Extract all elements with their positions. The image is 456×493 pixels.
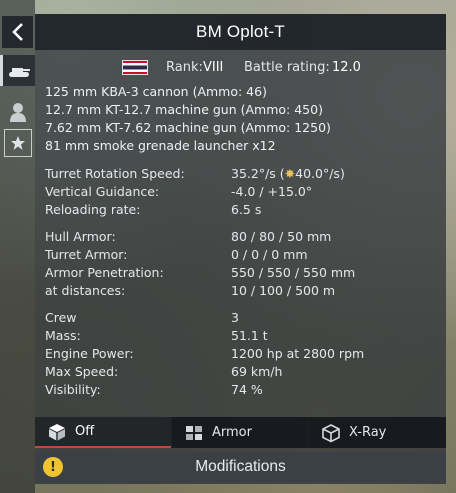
armor-penetration-value: 550 / 550 / 550 mm <box>231 265 356 280</box>
exclamation-icon: ! <box>43 457 63 477</box>
sidebar <box>0 0 35 493</box>
crew-label: Crew <box>45 310 77 325</box>
battle-rating-value: 12.0 <box>332 60 361 75</box>
sidebar-item-crew[interactable] <box>2 96 33 127</box>
tab-xray-label: X-Ray <box>349 425 387 440</box>
battle-rating-label: Battle rating: <box>244 60 330 75</box>
xray-cube-icon <box>322 423 340 442</box>
turret-armor-value: 0 / 0 / 0 mm <box>231 247 308 262</box>
turret-rotation-boost: 40.0°/s) <box>295 166 345 181</box>
tab-armor-label: Armor <box>212 425 252 440</box>
crew-value: 3 <box>231 310 239 325</box>
tab-armor[interactable]: Armor <box>172 417 308 448</box>
vertical-guidance-value: -4.0 / +15.0° <box>231 184 313 199</box>
back-button[interactable] <box>2 16 33 48</box>
mass-value: 51.1 t <box>231 328 268 343</box>
star-icon <box>11 136 25 150</box>
turret-armor-label: Turret Armor: <box>45 247 128 262</box>
cube-icon <box>49 423 65 440</box>
engine-power-label: Engine Power: <box>45 346 134 361</box>
reload-value: 6.5 s <box>231 202 262 217</box>
engine-power-value: 1200 hp at 2800 rpm <box>231 346 365 361</box>
rank-label: Rank: <box>166 60 203 75</box>
vehicle-info-panel: BM Oplot-T Rank: VIII Battle rating: 12.… <box>35 14 446 484</box>
crew-icon <box>9 102 26 122</box>
panel-header: BM Oplot-T <box>35 14 446 50</box>
turret-rotation-base: 35.2°/s ( <box>231 166 285 181</box>
turret-rotation-value: 35.2°/s (✸40.0°/s) <box>231 166 345 181</box>
sidebar-item-favorites[interactable] <box>4 129 32 157</box>
armor-penetration-label: Armor Penetration: <box>45 265 164 280</box>
tab-off[interactable]: Off <box>35 417 171 448</box>
tab-xray[interactable]: X-Ray <box>309 417 446 448</box>
hull-armor-value: 80 / 80 / 50 mm <box>231 229 332 244</box>
mass-label: Mass: <box>45 328 81 343</box>
distances-label: at distances: <box>45 283 126 298</box>
modifications-label: Modifications <box>195 458 286 475</box>
weapon-item: 125 mm KBA-3 cannon (Ammo: 46) <box>45 84 267 99</box>
vehicle-title: BM Oplot-T <box>196 22 285 41</box>
sidebar-item-tank[interactable] <box>0 55 35 86</box>
weapon-item: 12.7 mm KT-12.7 machine gun (Ammo: 450) <box>45 102 323 117</box>
weapon-item: 7.62 mm KT-7.62 machine gun (Ammo: 1250) <box>45 120 331 135</box>
turret-rotation-label: Turret Rotation Speed: <box>45 166 185 181</box>
armor-cubes-icon <box>186 425 202 440</box>
tank-icon <box>9 67 30 77</box>
crew-skill-icon: ✸ <box>284 166 296 181</box>
reload-label: Reloading rate: <box>45 202 141 217</box>
max-speed-label: Max Speed: <box>45 364 119 379</box>
country-flag-icon <box>122 60 148 75</box>
rank-value: VIII <box>203 60 224 75</box>
vertical-guidance-label: Vertical Guidance: <box>45 184 160 199</box>
rank-row: Rank: VIII Battle rating: 12.0 <box>35 58 446 78</box>
weapon-item: 81 mm smoke grenade launcher x12 <box>45 138 276 153</box>
visibility-value: 74 % <box>231 382 263 397</box>
tab-off-label: Off <box>75 424 95 439</box>
max-speed-value: 69 km/h <box>231 364 283 379</box>
visibility-label: Visibility: <box>45 382 101 397</box>
hull-armor-label: Hull Armor: <box>45 229 116 244</box>
distances-value: 10 / 100 / 500 m <box>231 283 336 298</box>
modifications-button[interactable]: ! Modifications <box>35 452 446 482</box>
chevron-left-icon <box>11 23 23 41</box>
view-mode-tabs: Off Armor X-Ray <box>35 417 446 448</box>
